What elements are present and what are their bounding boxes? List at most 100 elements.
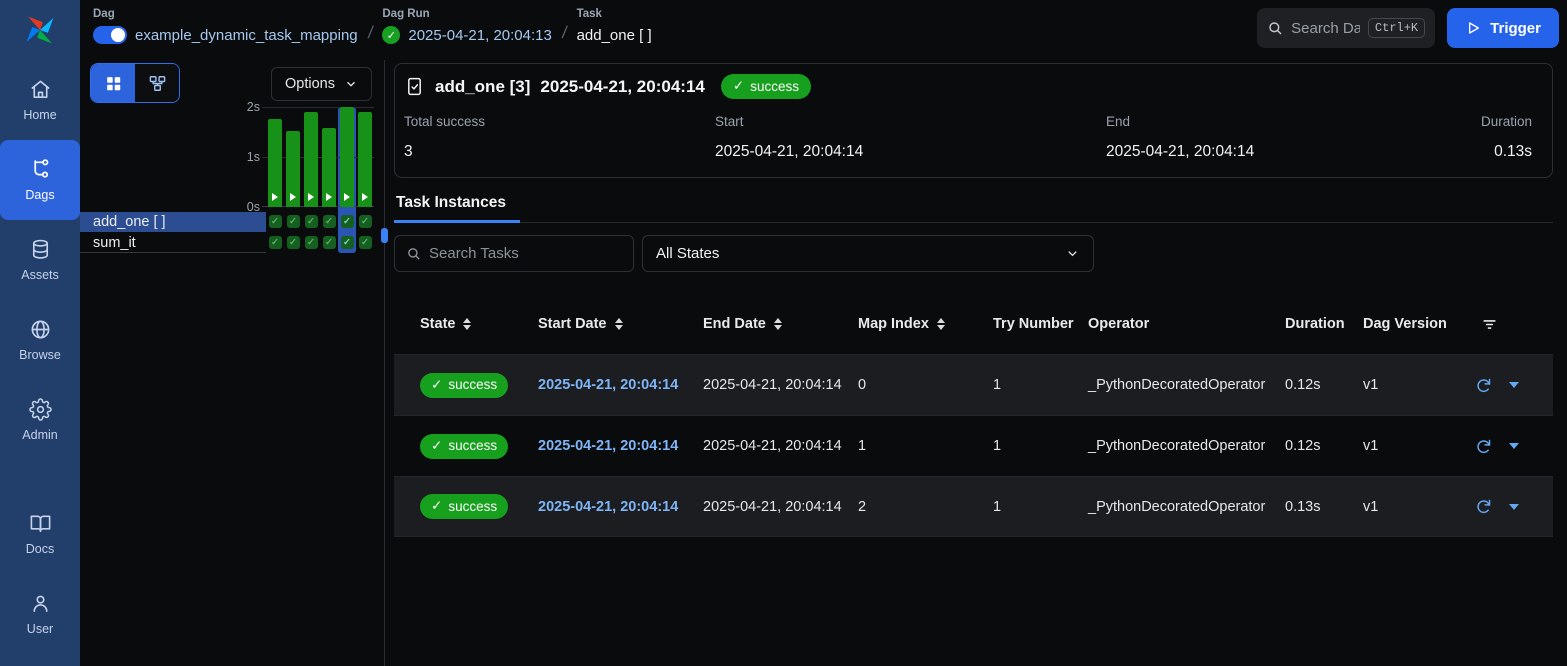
grid-icon (104, 74, 123, 93)
row-menu-caret-icon[interactable] (1509, 504, 1519, 510)
success-check-icon: ✓ (359, 236, 372, 249)
row-actions (1465, 438, 1553, 455)
task-instance-square[interactable]: ✓ (356, 215, 374, 228)
success-check-icon: ✓ (287, 236, 300, 249)
end-date-cell: 2025-04-21, 20:04:14 (703, 377, 858, 393)
task-instance-square[interactable]: ✓ (302, 236, 320, 249)
dag-pause-toggle[interactable] (93, 26, 127, 44)
column-header-map-index[interactable]: Map Index (858, 316, 993, 332)
column-header-operator: Operator (1088, 316, 1285, 332)
state-badge: ✓success (420, 494, 508, 519)
row-menu-caret-icon[interactable] (1509, 382, 1519, 388)
dag-name-link[interactable]: example_dynamic_task_mapping (135, 27, 358, 44)
clear-task-refresh-icon[interactable] (1475, 498, 1492, 515)
task-summary-card: add_one [3] 2025-04-21, 20:04:14 ✓ succe… (394, 63, 1553, 178)
search-dags-box[interactable]: Ctrl+K (1257, 8, 1435, 48)
task-instance-square[interactable]: ✓ (266, 236, 284, 249)
duration-cell: 0.12s (1285, 438, 1363, 454)
start-date-link[interactable]: 2025-04-21, 20:04:14 (538, 438, 678, 454)
task-instance-square[interactable]: ✓ (302, 215, 320, 228)
task-instance-square[interactable]: ✓ (320, 236, 338, 249)
sidebar-item-browse[interactable]: Browse (0, 300, 80, 380)
task-instance-row[interactable]: ✓success2025-04-21, 20:04:142025-04-21, … (394, 476, 1553, 537)
search-dags-input[interactable] (1291, 20, 1360, 37)
row-actions (1465, 498, 1553, 515)
task-instance-square[interactable]: ✓ (284, 236, 302, 249)
dag-run-bar-selected[interactable] (338, 107, 356, 207)
start-date-link[interactable]: 2025-04-21, 20:04:14 (538, 377, 678, 393)
sort-icon (937, 318, 945, 330)
dag-version-cell: v1 (1363, 499, 1465, 515)
search-icon (1267, 20, 1283, 36)
task-instance-square[interactable]: ✓ (320, 215, 338, 228)
breadcrumb-dag: Dag example_dynamic_task_mapping (93, 8, 358, 46)
tabstrip: Task Instances (394, 194, 1553, 223)
task-instance-row[interactable]: ✓success2025-04-21, 20:04:142025-04-21, … (394, 415, 1553, 476)
dag-run-bar[interactable] (284, 107, 302, 207)
sidebar-item-home[interactable]: Home (0, 60, 80, 140)
graph-view-button[interactable] (135, 64, 179, 102)
column-filter-icon[interactable] (1481, 316, 1553, 333)
sidebar-item-docs[interactable]: Docs (0, 494, 80, 574)
sidebar-item-user[interactable]: User (0, 574, 80, 654)
stat-total-success: Total success 3 (404, 114, 715, 161)
tab-task-instances[interactable]: Task Instances (394, 194, 520, 222)
breadcrumb: Dag example_dynamic_task_mapping / Dag R… (93, 8, 652, 46)
success-check-icon: ✓ (269, 215, 282, 228)
success-check-icon: ✓ (341, 236, 354, 249)
sidebar-item-label: User (27, 622, 53, 636)
search-shortcut-kbd: Ctrl+K (1368, 18, 1425, 38)
sidebar: Home Dags AssetsBrowse Admin Docs User (0, 0, 80, 666)
map-index-cell: 2 (858, 499, 993, 515)
airflow-logo[interactable] (0, 0, 80, 60)
column-header-dag-version: Dag Version (1363, 316, 1465, 332)
clear-task-refresh-icon[interactable] (1475, 438, 1492, 455)
task-instance-square[interactable]: ✓ (338, 236, 356, 249)
browse-icon (29, 318, 52, 341)
state-filter-select[interactable]: All States (642, 235, 1094, 272)
search-tasks-input[interactable] (429, 245, 622, 262)
dag-run-bar[interactable] (266, 107, 284, 207)
row-menu-caret-icon[interactable] (1509, 443, 1519, 449)
sidebar-item-label: Dags (25, 188, 54, 202)
grid-task-name[interactable]: sum_it (80, 233, 266, 253)
breadcrumb-task: Task add_one [ ] (577, 8, 652, 46)
map-index-cell: 0 (858, 377, 993, 393)
task-instances-table: StateStart DateEnd DateMap IndexTry Numb… (394, 274, 1553, 537)
task-instance-row[interactable]: ✓success2025-04-21, 20:04:142025-04-21, … (394, 354, 1553, 415)
search-tasks-box[interactable] (394, 235, 634, 272)
task-instance-square[interactable]: ✓ (266, 215, 284, 228)
column-header-start-date[interactable]: Start Date (538, 316, 703, 332)
success-check-icon: ✓ (323, 215, 336, 228)
sort-icon (774, 318, 782, 330)
start-date-link[interactable]: 2025-04-21, 20:04:14 (538, 499, 678, 515)
column-header-state[interactable]: State (420, 316, 538, 332)
sidebar-item-assets[interactable]: Assets (0, 220, 80, 300)
task-instance-square[interactable]: ✓ (284, 215, 302, 228)
grid-chart-area: 2s 1s 0s add_one [ ]✓✓✓✓✓✓sum_it✓✓✓✓✓✓ (80, 107, 384, 253)
end-date-cell: 2025-04-21, 20:04:14 (703, 438, 858, 454)
task-instance-square[interactable]: ✓ (338, 215, 356, 228)
options-button[interactable]: Options (271, 67, 372, 101)
run-duration-bars (266, 107, 374, 207)
assets-icon (29, 238, 52, 261)
sort-icon (463, 318, 471, 330)
task-instance-square[interactable]: ✓ (356, 236, 374, 249)
sidebar-item-admin[interactable]: Admin (0, 380, 80, 460)
dag-run-bar[interactable] (320, 107, 338, 207)
try-number-cell: 1 (993, 377, 1088, 393)
trigger-button[interactable]: Trigger (1447, 8, 1559, 48)
clear-task-refresh-icon[interactable] (1475, 377, 1492, 394)
sidebar-item-dags[interactable]: Dags (0, 140, 80, 220)
column-header-duration: Duration (1285, 316, 1363, 332)
panel-resize-handle[interactable] (381, 228, 388, 243)
view-toggle (90, 63, 180, 103)
grid-view-button[interactable] (91, 64, 135, 102)
column-header-end-date[interactable]: End Date (703, 316, 858, 332)
dag-run-bar[interactable] (302, 107, 320, 207)
user-icon (29, 592, 52, 615)
sidebar-item-label: Admin (22, 428, 57, 442)
dag-run-bar[interactable] (356, 107, 374, 207)
grid-task-name[interactable]: add_one [ ] (80, 212, 266, 232)
dag-run-link[interactable]: 2025-04-21, 20:04:13 (408, 27, 551, 44)
